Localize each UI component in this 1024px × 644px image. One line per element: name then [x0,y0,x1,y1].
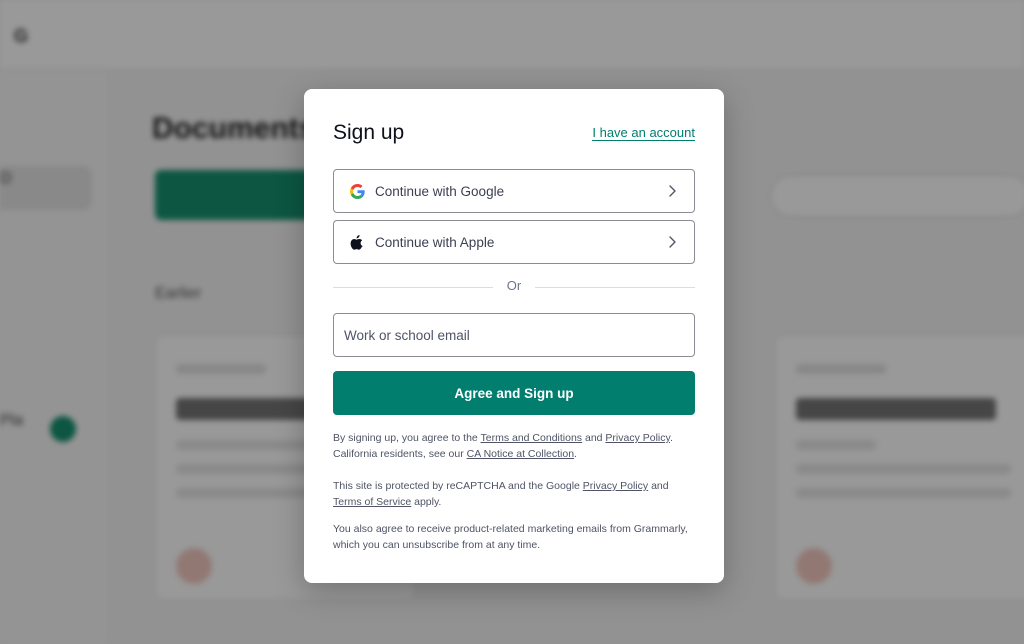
legal-text: By signing up, you agree to the [333,432,481,444]
signup-modal: Sign up I have an account Continue with … [304,89,724,583]
or-divider: Or [333,278,695,293]
recaptcha-notice: This site is protected by reCAPTCHA and … [333,478,697,510]
chevron-right-icon [669,236,676,248]
privacy-policy-link[interactable]: Privacy Policy [605,432,670,444]
marketing-notice: You also agree to receive product-relate… [333,523,688,551]
modal-title: Sign up [333,121,405,144]
email-field[interactable] [333,313,695,357]
or-label: Or [506,278,522,293]
google-button-label: Continue with Google [375,183,505,199]
legal-text: and [582,432,606,444]
google-terms-of-service-link[interactable]: Terms of Service [333,496,411,508]
continue-with-google-button[interactable]: Continue with Google [333,169,695,213]
chevron-right-icon [669,185,676,197]
continue-with-apple-button[interactable]: Continue with Apple [333,220,695,264]
legal-text: This site is protected by reCAPTCHA and … [333,480,583,492]
terms-notice: By signing up, you agree to the Terms an… [333,430,697,462]
google-icon [349,183,365,199]
terms-and-conditions-link[interactable]: Terms and Conditions [481,432,583,444]
agree-and-sign-up-button[interactable]: Agree and Sign up [333,371,695,415]
apple-button-label: Continue with Apple [375,234,495,250]
legal-text: apply. [411,496,442,508]
ca-notice-link[interactable]: CA Notice at Collection [467,448,574,460]
apple-icon [349,234,365,250]
have-account-link[interactable]: I have an account [592,125,695,141]
google-privacy-policy-link[interactable]: Privacy Policy [583,480,648,492]
legal-text: . [574,448,577,460]
legal-text: and [648,480,669,492]
